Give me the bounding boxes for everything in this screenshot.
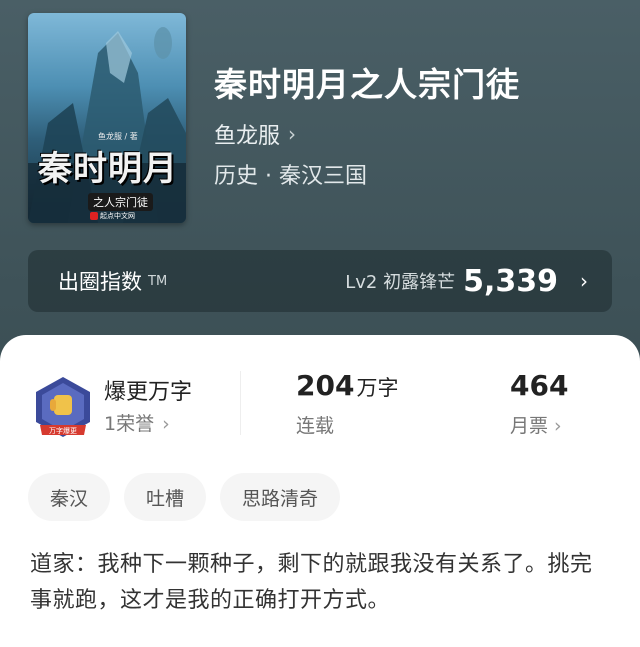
trademark-mark: TM	[148, 273, 168, 289]
serial-status: 连载	[296, 415, 335, 437]
cover-publisher: 起点中文网	[90, 211, 135, 221]
badge-ribbon-text: 万字爆更	[49, 426, 77, 435]
popularity-index-bar[interactable]: 出圈指数 TM Lv2 初露锋芒 5,339 ›	[28, 250, 612, 312]
badge-icon[interactable]: 万字爆更	[32, 375, 94, 441]
cover-art	[28, 27, 186, 223]
word-count-value: 204	[296, 369, 355, 402]
popularity-index-label: 出圈指数	[58, 270, 142, 294]
word-count-unit: 万字	[356, 376, 399, 400]
badge-title: 爆更万字	[104, 380, 193, 405]
tag-chip[interactable]: 吐槽	[124, 473, 207, 521]
stats-row: 万字爆更 爆更万字 1荣誉 › 204万字 连载 464 月票 ›	[0, 335, 640, 455]
book-cover[interactable]: 鱼龙服 / 著 秦时明月 之人宗门徒 起点中文网	[28, 13, 186, 223]
tag-chip[interactable]: 秦汉	[28, 473, 111, 521]
chevron-right-icon: ›	[162, 413, 170, 435]
book-header: 鱼龙服 / 著 秦时明月 之人宗门徒 起点中文网 秦时明月之人宗门徒 鱼龙服 ›…	[0, 0, 640, 350]
book-title: 秦时明月之人宗门徒	[214, 65, 520, 104]
tag-chip[interactable]: 思路清奇	[220, 473, 341, 521]
monthly-ticket-label: 月票	[510, 415, 549, 437]
tag-list: 秦汉 吐槽 思路清奇	[28, 473, 341, 521]
cover-subtitle: 之人宗门徒	[88, 193, 153, 211]
chevron-right-icon: ›	[554, 415, 562, 437]
book-genre: 历史 · 秦汉三国	[214, 164, 367, 189]
monthly-ticket-link[interactable]: 月票 ›	[510, 411, 562, 438]
book-info-panel: 万字爆更 爆更万字 1荣誉 › 204万字 连载 464 月票 › 秦汉 吐槽 思路…	[0, 335, 640, 647]
book-intro[interactable]: 道家：我种下一颗种子，剩下的就跟我没有关系了。挑完事就跑，这才是我的正确打开方式…	[30, 547, 614, 619]
honor-count-link[interactable]: 1荣誉 ›	[104, 409, 170, 436]
publisher-logo-icon	[90, 212, 98, 220]
chevron-right-icon: ›	[580, 269, 588, 293]
popularity-score: 5,339	[463, 263, 558, 299]
cover-title: 秦时明月	[38, 149, 178, 189]
popularity-level: Lv2 初露锋芒	[345, 272, 456, 293]
honor-count: 1荣誉	[104, 413, 155, 435]
publisher-name: 起点中文网	[100, 212, 135, 220]
author-link[interactable]: 鱼龙服 ›	[214, 118, 296, 150]
author-name: 鱼龙服	[214, 124, 281, 149]
monthly-ticket-count: 464	[510, 369, 569, 402]
chevron-right-icon: ›	[288, 122, 297, 146]
divider	[240, 371, 241, 435]
word-count: 204万字	[296, 369, 398, 402]
